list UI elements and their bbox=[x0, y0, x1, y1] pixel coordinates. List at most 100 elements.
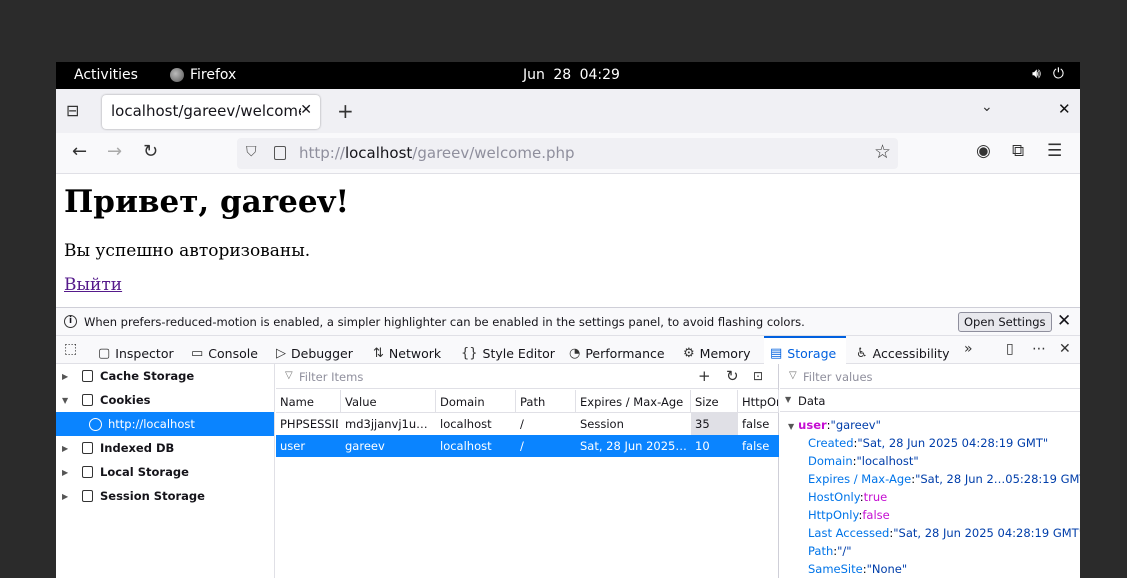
data-field-key: HostOnly bbox=[808, 490, 860, 504]
firefox-view-icon[interactable]: ⊟ bbox=[66, 101, 86, 121]
network-icon: ⇅ bbox=[373, 345, 384, 361]
data-field-value: "None" bbox=[866, 562, 908, 576]
tree-item-cookies[interactable]: ▼ Cookies bbox=[56, 388, 274, 412]
style-editor-icon: {} bbox=[461, 345, 478, 361]
menu-icon[interactable]: ☰ bbox=[1047, 141, 1062, 161]
forward-icon[interactable]: → bbox=[107, 141, 122, 162]
gnome-top-bar: Activities Firefox Jun 28 04:29 🔊︎ ⏻ bbox=[56, 62, 1080, 89]
data-section-header[interactable]: ▼ Data bbox=[780, 389, 1080, 412]
bookmark-star-icon[interactable]: ☆ bbox=[874, 141, 891, 163]
tree-item-cache-storage[interactable]: ▶ Cache Storage bbox=[56, 364, 274, 388]
data-field[interactable]: Domain:"localhost" bbox=[808, 454, 919, 468]
table-row[interactable]: PHPSESSID md3jjanvj1u… localhost / Sessi… bbox=[276, 413, 779, 435]
column-header-path[interactable]: Path bbox=[516, 390, 576, 413]
expand-icon[interactable]: ▶ bbox=[62, 492, 72, 501]
devtools-toolbar: ⬚ ▢ Inspector ▭ Console ▷ Debugger ⇅ Network… bbox=[56, 336, 1080, 364]
new-tab-icon[interactable]: + bbox=[337, 99, 354, 123]
table-row-selected[interactable]: user gareev localhost / Sat, 28 Jun 2025… bbox=[276, 435, 779, 457]
devtools-notification: i When prefers-reduced-motion is enabled… bbox=[56, 307, 1080, 336]
cell-expires: Session bbox=[580, 417, 624, 431]
url-text[interactable]: http://localhost/gareev/welcome.php bbox=[299, 144, 575, 162]
expand-icon[interactable]: ▶ bbox=[62, 444, 72, 453]
shield-icon[interactable]: ⛉ bbox=[246, 144, 257, 160]
data-field[interactable]: Path:"/" bbox=[808, 544, 852, 558]
column-header-domain[interactable]: Domain bbox=[436, 390, 516, 413]
tree-item-session-storage[interactable]: ▶ Session Storage bbox=[56, 484, 274, 508]
filter-items-input[interactable]: Filter Items bbox=[299, 370, 363, 384]
element-picker-icon[interactable]: ⬚ bbox=[64, 341, 77, 357]
app-name: Firefox bbox=[190, 67, 237, 83]
activities-button[interactable]: Activities bbox=[74, 67, 138, 83]
system-tray[interactable]: 🔊︎ ⏻ bbox=[1032, 66, 1064, 82]
dock-icon[interactable]: ▯ bbox=[1006, 341, 1014, 357]
collapse-icon[interactable]: ▼ bbox=[788, 422, 794, 431]
close-notification-icon[interactable]: ✕ bbox=[1057, 311, 1071, 331]
data-field[interactable]: Expires / Max-Age:"Sat, 28 Jun 2…05:28:1… bbox=[808, 472, 1080, 486]
data-root-entry[interactable]: ▼ user:"gareev" bbox=[788, 418, 881, 432]
back-icon[interactable]: ← bbox=[72, 141, 87, 162]
info-icon: i bbox=[64, 315, 77, 328]
tab-network[interactable]: ⇅ Network bbox=[373, 336, 441, 364]
collapse-icon[interactable]: ▼ bbox=[62, 396, 72, 405]
logout-link[interactable]: Выйти bbox=[64, 275, 122, 295]
power-icon: ⏻ bbox=[1052, 66, 1064, 82]
ellipsis-menu-icon[interactable]: ⋯ bbox=[1032, 341, 1046, 357]
page-icon[interactable] bbox=[274, 146, 286, 160]
tab-close-icon[interactable]: ✕ bbox=[300, 102, 312, 118]
tab-style-editor[interactable]: {} Style Editor bbox=[461, 336, 555, 364]
storage-icon: ▤ bbox=[770, 345, 783, 361]
tab-performance[interactable]: ◔ Performance bbox=[569, 336, 665, 364]
tab-storage[interactable]: ▤ Storage bbox=[764, 336, 846, 364]
globe-icon bbox=[89, 417, 102, 431]
data-field-value: "/" bbox=[837, 544, 852, 558]
tree-item-indexed-db[interactable]: ▶ Indexed DB bbox=[56, 436, 274, 460]
cell-value: md3jjanvj1u… bbox=[345, 417, 428, 431]
more-tools-icon[interactable]: » bbox=[964, 341, 973, 357]
tab-inspector[interactable]: ▢ Inspector bbox=[98, 336, 174, 364]
close-devtools-icon[interactable]: ✕ bbox=[1059, 341, 1071, 357]
data-field[interactable]: HostOnly:true bbox=[808, 490, 887, 504]
url-bar[interactable]: ⛉ http://localhost/gareev/welcome.php ☆ bbox=[237, 138, 898, 169]
expand-icon[interactable]: ▶ bbox=[62, 468, 72, 477]
storage-tree: ▶ Cache Storage ▼ Cookies http://localhost… bbox=[56, 364, 275, 578]
data-field-key: Path bbox=[808, 544, 834, 558]
app-menu[interactable]: Firefox bbox=[170, 67, 236, 83]
open-settings-button[interactable]: Open Settings bbox=[958, 312, 1052, 332]
extensions-icon[interactable]: ⧉ bbox=[1012, 141, 1024, 161]
cell-size: 35 bbox=[691, 413, 738, 435]
tab-console[interactable]: ▭ Console bbox=[191, 336, 258, 364]
column-header-httponly[interactable]: HttpOnly bbox=[738, 390, 779, 413]
data-field[interactable]: SameSite:"None" bbox=[808, 562, 907, 576]
cookies-table-panel: ▽ Filter Items + ↻ ⊡ Name Value Domain P… bbox=[276, 364, 779, 578]
collapse-icon[interactable]: ▼ bbox=[785, 395, 791, 404]
filter-values-input[interactable]: Filter values bbox=[803, 370, 873, 384]
cell-httponly: false bbox=[742, 439, 770, 453]
active-tab[interactable]: localhost/gareev/welcome.php ✕ bbox=[102, 95, 320, 129]
data-field[interactable]: Last Accessed:"Sat, 28 Jun 2025 04:28:19… bbox=[808, 526, 1080, 540]
chevron-down-icon[interactable]: ⌄ bbox=[981, 99, 993, 115]
data-field[interactable]: Created:"Sat, 28 Jun 2025 04:28:19 GMT" bbox=[808, 436, 1048, 450]
clock[interactable]: Jun 28 04:29 bbox=[523, 67, 620, 83]
column-header-value[interactable]: Value bbox=[341, 390, 436, 413]
window-close-icon[interactable]: ✕ bbox=[1058, 100, 1071, 118]
database-icon bbox=[82, 442, 93, 454]
data-field[interactable]: HttpOnly:false bbox=[808, 508, 890, 522]
cell-path: / bbox=[520, 439, 524, 453]
success-message: Вы успешно авторизованы. bbox=[64, 241, 311, 261]
database-icon bbox=[82, 370, 93, 382]
cell-expires: Sat, 28 Jun 2025 05:28:19 GMT bbox=[580, 439, 688, 453]
column-header-expires[interactable]: Expires / Max-Age bbox=[576, 390, 691, 413]
reload-icon[interactable]: ↻ bbox=[143, 141, 158, 162]
add-item-icon[interactable]: + bbox=[698, 367, 711, 385]
toggle-sidebar-icon[interactable]: ⊡ bbox=[753, 369, 763, 383]
column-header-name[interactable]: Name bbox=[276, 390, 341, 413]
account-icon[interactable]: ◉ bbox=[976, 141, 991, 161]
tab-memory[interactable]: ⚙ Memory bbox=[683, 336, 751, 364]
column-header-size[interactable]: Size bbox=[691, 390, 738, 413]
expand-icon[interactable]: ▶ bbox=[62, 372, 72, 381]
tree-item-cookie-host[interactable]: http://localhost bbox=[56, 412, 274, 436]
tab-accessibility[interactable]: ♿︎ Accessibility bbox=[856, 336, 950, 364]
tree-item-local-storage[interactable]: ▶ Local Storage bbox=[56, 460, 274, 484]
tab-debugger[interactable]: ▷ Debugger bbox=[276, 336, 353, 364]
refresh-icon[interactable]: ↻ bbox=[726, 367, 739, 385]
